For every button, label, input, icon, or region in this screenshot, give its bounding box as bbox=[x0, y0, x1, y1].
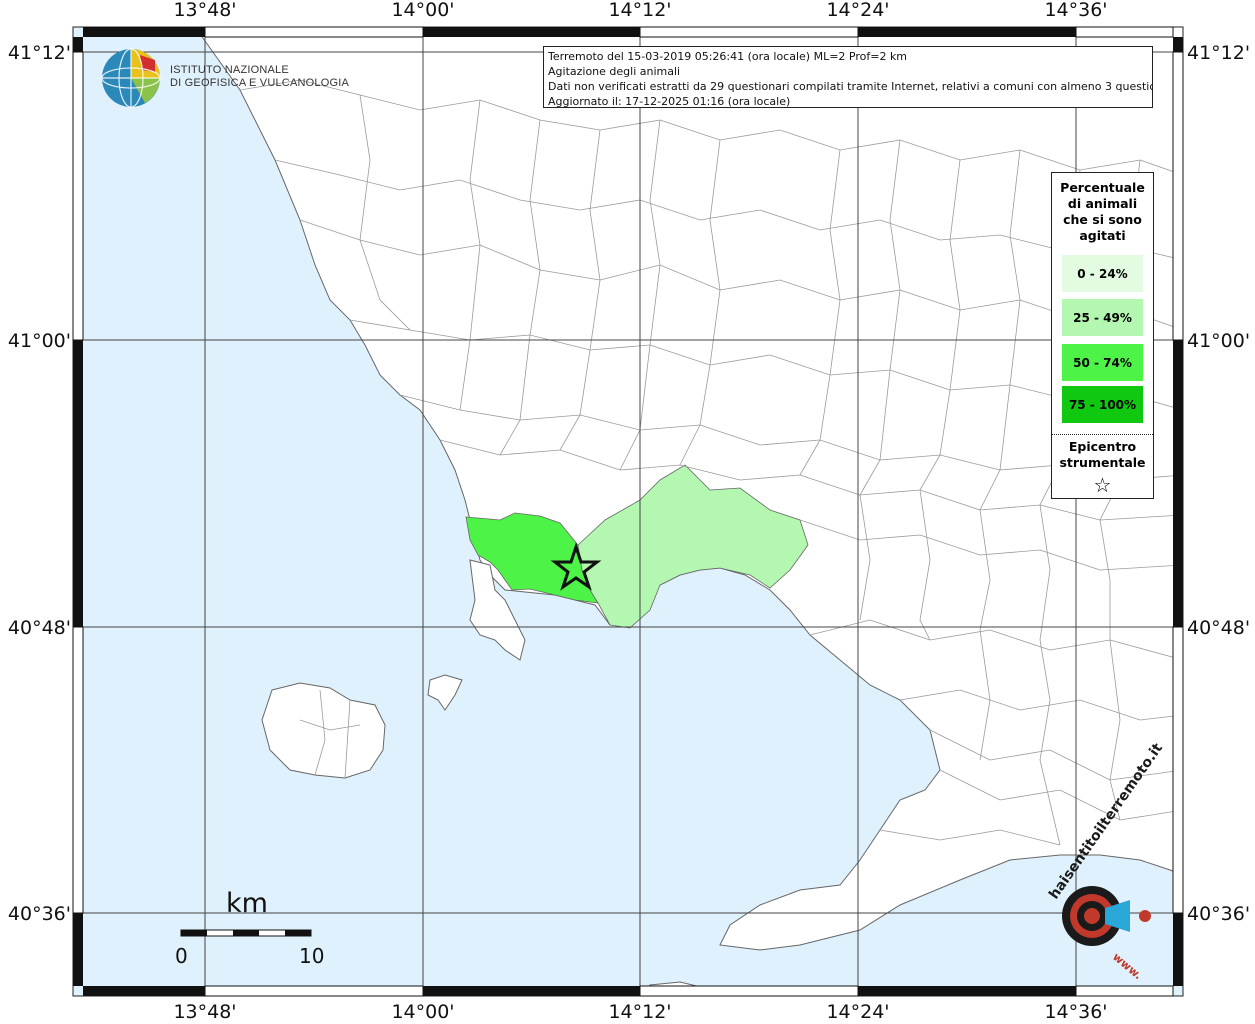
lat-tick-left-4: 40°36' bbox=[8, 903, 71, 925]
lon-tick-top-5: 14°36' bbox=[1044, 0, 1107, 21]
lat-tick-right-2: 41°00' bbox=[1187, 330, 1250, 352]
legend-class-0-24: 0 - 24% bbox=[1062, 255, 1143, 292]
scale-unit: km bbox=[226, 888, 268, 919]
scale-max-label: 10 bbox=[299, 944, 325, 968]
legend-title-line: agitati bbox=[1079, 228, 1126, 243]
legend-title: Percentuale di animali che si sono agita… bbox=[1052, 180, 1153, 244]
lon-tick-top-2: 14°00' bbox=[391, 0, 454, 21]
lat-tick-left-1: 41°12' bbox=[8, 42, 71, 64]
lat-tick-left-3: 40°48' bbox=[8, 617, 71, 639]
lon-tick-bottom-1: 13°48' bbox=[173, 1001, 236, 1023]
lat-tick-right-4: 40°36' bbox=[1187, 903, 1250, 925]
info-line-2: Agitazione degli animali bbox=[548, 65, 681, 78]
lon-tick-bottom-5: 14°36' bbox=[1044, 1001, 1107, 1023]
info-line-1: Terremoto del 15-03-2019 05:26:41 (ora l… bbox=[548, 50, 908, 63]
ingv-logo-text: ISTITUTO NAZIONALE DI GEOFISICA E VULCAN… bbox=[170, 64, 349, 90]
legend-class-25-49: 25 - 49% bbox=[1062, 299, 1143, 336]
ingv-logo-line-2: DI GEOFISICA E VULCANOLOGIA bbox=[170, 77, 349, 89]
legend-class-50-74: 50 - 74% bbox=[1062, 344, 1143, 381]
lon-tick-top-1: 13°48' bbox=[173, 0, 236, 21]
scale-min-label: 0 bbox=[175, 944, 188, 968]
legend-separator bbox=[1052, 434, 1153, 435]
lon-tick-bottom-4: 14°24' bbox=[826, 1001, 889, 1023]
legend-star-icon: ☆ bbox=[1093, 473, 1112, 497]
info-line-4: Aggiornato il: 17-12-2025 01:16 (ora loc… bbox=[548, 95, 791, 108]
earthquake-info-box: Terremoto del 15-03-2019 05:26:41 (ora l… bbox=[543, 46, 1153, 108]
legend-title-line: che si sono bbox=[1063, 212, 1142, 227]
scale-bar bbox=[180, 929, 312, 937]
lon-tick-top-4: 14°24' bbox=[826, 0, 889, 21]
legend-epicenter-line: Epicentro bbox=[1068, 439, 1137, 454]
map: 13°48' 14°00' 14°12' 14°24' 14°36' 13°48… bbox=[8, 0, 1250, 1023]
lat-tick-right-3: 40°48' bbox=[1187, 617, 1250, 639]
legend-epicenter-line: strumentale bbox=[1059, 455, 1146, 470]
lon-tick-top-3: 14°12' bbox=[608, 0, 671, 21]
lat-tick-right-1: 41°12' bbox=[1187, 42, 1250, 64]
legend-title-line: Percentuale bbox=[1060, 180, 1145, 195]
ingv-globe-icon bbox=[101, 48, 161, 108]
lon-tick-bottom-3: 14°12' bbox=[608, 1001, 671, 1023]
legend-epicenter-label: Epicentro strumentale bbox=[1052, 439, 1153, 471]
legend-title-line: di animali bbox=[1067, 196, 1138, 211]
legend: Percentuale di animali che si sono agita… bbox=[1051, 172, 1154, 499]
lat-tick-left-2: 41°00' bbox=[8, 330, 71, 352]
ingv-logo-line-1: ISTITUTO NAZIONALE bbox=[170, 64, 289, 76]
info-line-3: Dati non verificati estratti da 29 quest… bbox=[548, 80, 1153, 93]
lon-tick-bottom-2: 14°00' bbox=[391, 1001, 454, 1023]
legend-class-75-100: 75 - 100% bbox=[1062, 386, 1143, 423]
